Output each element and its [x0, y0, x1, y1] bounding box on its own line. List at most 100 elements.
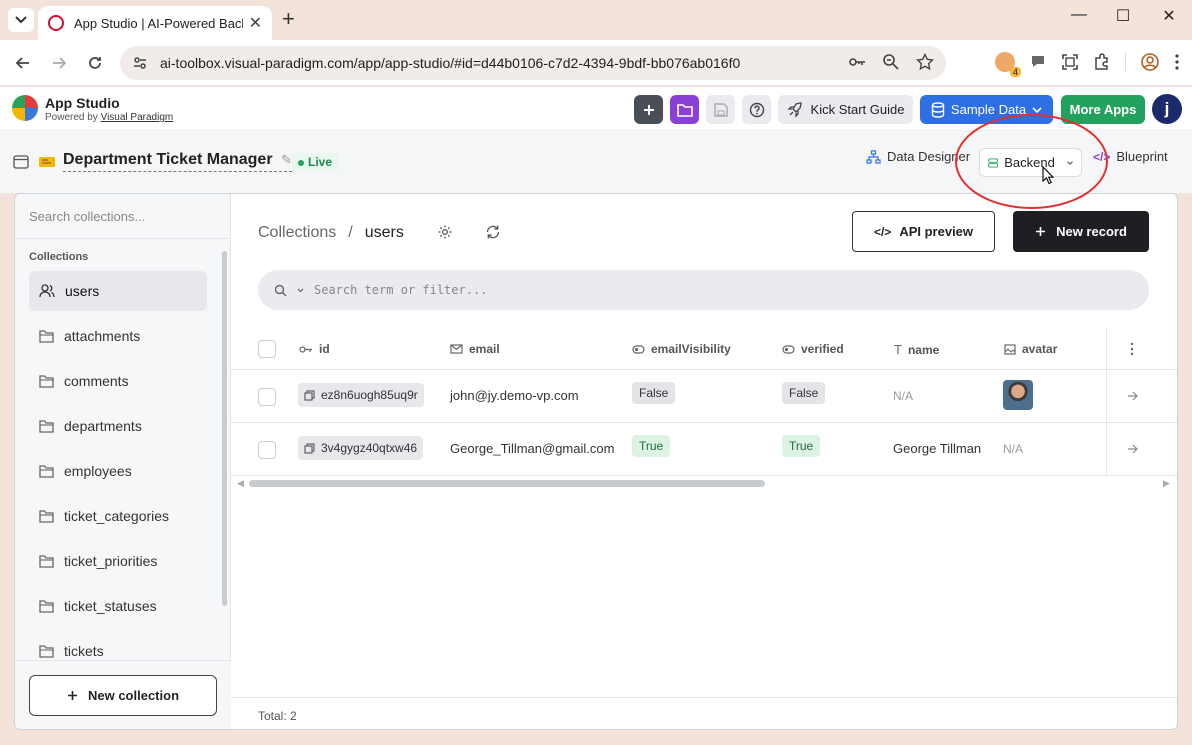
folder-icon — [39, 554, 54, 568]
scroll-left-arrow-icon[interactable]: ◀ — [237, 478, 244, 489]
column-header-label: emailVisibility — [651, 342, 731, 356]
kebab-menu-icon[interactable] — [1174, 53, 1180, 71]
extensions-puzzle-icon[interactable] — [1093, 53, 1111, 71]
record-id-chip[interactable]: 3v4gygz40qtxw46 — [298, 436, 424, 460]
powered-link[interactable]: Visual Paradigm — [101, 112, 174, 123]
password-key-icon[interactable] — [848, 53, 866, 71]
sidebar-item-comments[interactable]: comments — [29, 361, 207, 401]
folder-icon — [39, 509, 54, 523]
new-record-label: New record — [1056, 224, 1127, 239]
sidebar-item-ticket-categories[interactable]: ticket_categories — [29, 496, 207, 536]
email-visibility-cell: True — [632, 435, 671, 457]
reload-button[interactable] — [82, 50, 108, 76]
column-header-name[interactable]: T name — [894, 342, 939, 357]
search-icon — [274, 284, 287, 296]
boolean-badge: False — [632, 382, 676, 404]
sidebar-item-departments[interactable]: departments — [29, 406, 207, 446]
window-panel-icon[interactable] — [13, 155, 29, 169]
kick-start-guide-button[interactable]: Kick Start Guide — [778, 95, 913, 124]
table-footer: Total: 2 — [231, 697, 1177, 729]
column-header-email-visibility[interactable]: emailVisibility — [632, 342, 731, 356]
save-icon — [713, 102, 728, 117]
table-row[interactable]: 3v4gygz40qtxw46 George_Tillman@gmail.com… — [231, 423, 1177, 476]
close-tab-icon[interactable]: ✕ — [249, 13, 262, 33]
screenshot-icon[interactable] — [1061, 53, 1079, 71]
row-checkbox[interactable] — [258, 441, 276, 459]
user-avatar[interactable]: j — [1152, 94, 1182, 124]
sidebar-item-users[interactable]: users — [29, 271, 207, 311]
avatar-photo[interactable] — [1003, 380, 1033, 410]
copy-icon — [304, 442, 315, 454]
save-button[interactable] — [706, 95, 735, 124]
profile-icon[interactable] — [1140, 52, 1160, 72]
main-panel: Search collections... Collections users … — [14, 193, 1178, 730]
project-title[interactable]: Department Ticket Manager ✎ — [63, 151, 292, 172]
sidebar-item-ticket-statuses[interactable]: ticket_statuses — [29, 586, 207, 626]
folder-icon — [39, 644, 54, 658]
edit-pencil-icon[interactable]: ✎ — [281, 152, 292, 167]
new-collection-button[interactable]: New collection — [29, 675, 217, 716]
sidebar-scrollbar[interactable] — [222, 251, 227, 606]
mail-icon — [450, 344, 463, 354]
sidebar-item-ticket-priorities[interactable]: ticket_priorities — [29, 541, 207, 581]
email-visibility-cell: False — [632, 382, 676, 404]
collection-search-placeholder: Search collections... — [29, 209, 146, 224]
arrow-right-icon[interactable] — [1127, 391, 1138, 401]
tab-title: App Studio | AI-Powered Backend — [74, 15, 243, 31]
address-bar[interactable]: ai-toolbox.visual-paradigm.com/app/app-s… — [120, 46, 946, 80]
select-all-checkbox[interactable] — [258, 340, 276, 358]
close-window-button[interactable]: ✕ — [1146, 6, 1192, 26]
total-count: Total: 2 — [258, 709, 297, 723]
column-options-icon[interactable] — [1130, 342, 1134, 356]
zoom-icon[interactable] — [882, 53, 900, 71]
new-tab-button[interactable]: + — [282, 6, 295, 32]
refresh-icon[interactable] — [485, 224, 501, 240]
minimize-button[interactable]: — — [1056, 6, 1102, 24]
highlight-circle-annotation — [955, 114, 1108, 209]
column-header-id[interactable]: id — [299, 342, 330, 356]
sidebar-item-label: ticket_priorities — [64, 553, 158, 569]
code-icon: </> — [873, 224, 892, 239]
column-header-avatar[interactable]: avatar — [1004, 342, 1057, 356]
column-header-email[interactable]: email — [450, 342, 500, 356]
new-collection-label: New collection — [87, 688, 180, 703]
record-id-chip[interactable]: ez8n6uogh85uq9r — [298, 383, 424, 407]
record-search-input[interactable]: Search term or filter... — [258, 270, 1149, 310]
row-checkbox[interactable] — [258, 388, 276, 406]
open-folder-button[interactable] — [670, 95, 699, 124]
new-record-button[interactable]: New record — [1013, 211, 1149, 252]
sidebar-item-employees[interactable]: employees — [29, 451, 207, 491]
collection-search-input[interactable]: Search collections... — [15, 194, 231, 239]
plus-icon — [643, 104, 654, 115]
table-row[interactable]: ez8n6uogh85uq9r john@jy.demo-vp.com Fals… — [231, 370, 1177, 423]
folder-icon — [676, 103, 693, 117]
sitemap-icon — [866, 149, 881, 164]
bookmark-star-icon[interactable] — [916, 53, 934, 71]
gear-icon[interactable] — [437, 224, 453, 240]
help-button[interactable] — [742, 95, 771, 124]
forward-button[interactable] — [46, 50, 72, 76]
database-icon — [931, 101, 945, 118]
chevron-down-icon — [15, 16, 27, 24]
chat-bubble-icon[interactable] — [1029, 53, 1047, 71]
powered-prefix: Powered by — [45, 112, 98, 123]
more-apps-button[interactable]: More Apps — [1061, 95, 1145, 124]
maximize-button[interactable]: ☐ — [1100, 6, 1146, 26]
tab-search-button[interactable] — [8, 8, 34, 32]
sidebar-item-attachments[interactable]: attachments — [29, 316, 207, 356]
site-settings-icon[interactable] — [132, 55, 148, 71]
chevron-down-icon — [1032, 106, 1042, 113]
arrow-right-icon[interactable] — [1127, 444, 1138, 454]
scroll-right-arrow-icon[interactable]: ▶ — [1163, 478, 1170, 489]
extension-badge-icon[interactable]: 4 — [995, 52, 1021, 77]
browser-tab[interactable]: App Studio | AI-Powered Backend ✕ — [38, 6, 272, 40]
live-status-badge: Live — [292, 153, 339, 171]
folder-icon — [39, 329, 54, 343]
column-header-verified[interactable]: verified — [782, 342, 844, 356]
back-button[interactable] — [10, 50, 36, 76]
breadcrumb-root[interactable]: Collections — [258, 224, 336, 242]
verified-cell: False — [782, 382, 826, 404]
table-horizontal-scrollbar[interactable] — [249, 480, 765, 487]
add-button[interactable] — [634, 95, 663, 124]
api-preview-button[interactable]: </> API preview — [852, 211, 995, 252]
